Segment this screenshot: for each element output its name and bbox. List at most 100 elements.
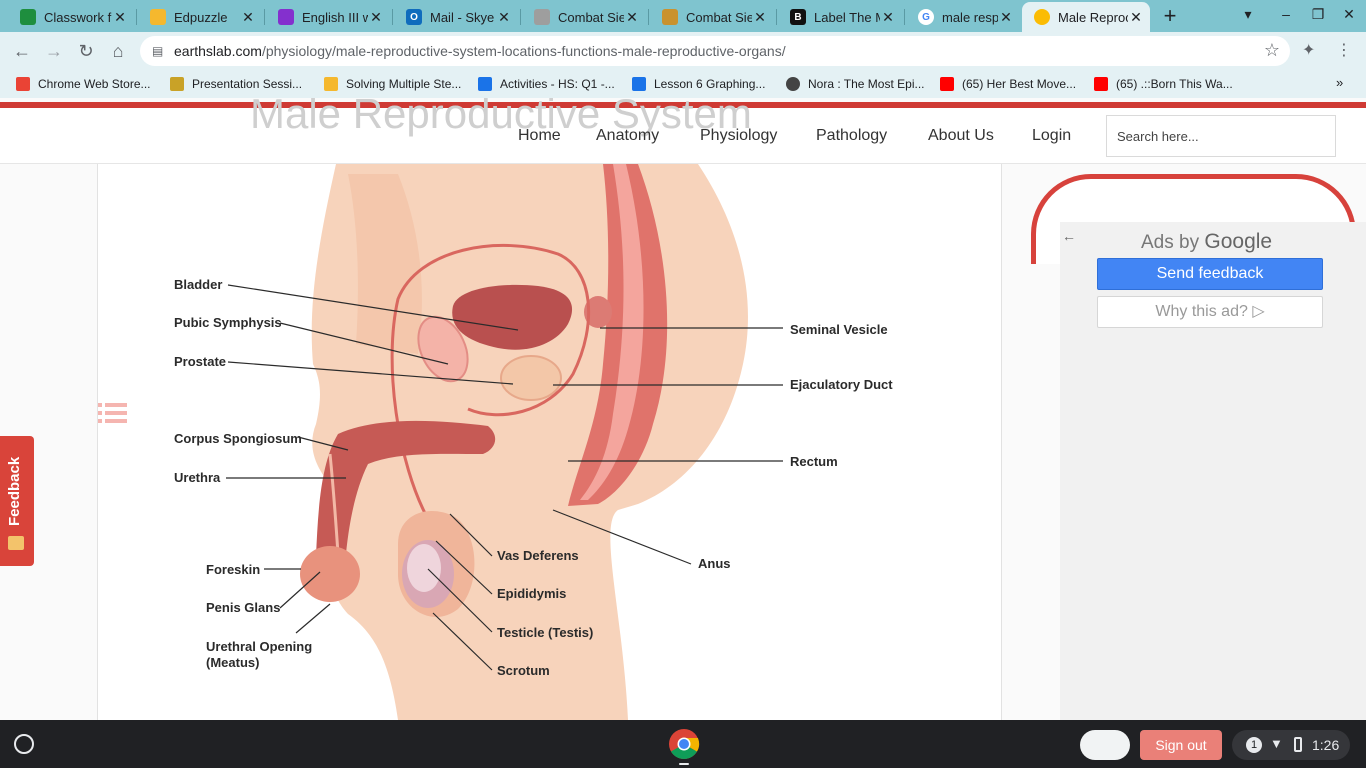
tab-title: Edpuzzle — [174, 9, 228, 25]
close-window-icon[interactable]: ✕ — [1338, 6, 1360, 26]
tab-english[interactable]: English III w ✕ — [266, 4, 390, 30]
close-icon[interactable]: ✕ — [368, 9, 384, 26]
male-reproductive-anatomy-diagram: Bladder Pubic Symphysis Prostate Corpus … — [174, 164, 893, 720]
bookmark-item[interactable]: (65) Her Best Move... — [940, 75, 1076, 93]
chrome-icon[interactable] — [668, 728, 700, 760]
article-content: Bladder Pubic Symphysis Prostate Corpus … — [97, 164, 1002, 720]
page-viewport: Male Reproductive System Home Anatomy Ph… — [0, 98, 1366, 720]
nav-about-us[interactable]: About Us — [928, 127, 994, 145]
url-text: earthslab.com/physiology/male-reproducti… — [174, 43, 786, 59]
restore-icon[interactable]: ❐ — [1307, 6, 1329, 26]
table-of-contents-icon[interactable] — [98, 400, 128, 426]
desmos-icon — [632, 77, 646, 91]
tab-search-icon[interactable]: ▾ — [1237, 6, 1259, 26]
label-meatus: (Meatus) — [206, 655, 259, 670]
ads-by-label: Ads by — [1141, 232, 1200, 253]
bookmark-item[interactable]: Chrome Web Store... — [16, 75, 151, 93]
tab-classwork[interactable]: Classwork f ✕ — [8, 4, 134, 30]
tab-combat-siege-1[interactable]: Combat Sie ✕ — [522, 4, 646, 30]
nav-home[interactable]: Home — [518, 127, 561, 145]
bookmark-label: Solving Multiple Ste... — [346, 77, 462, 91]
nav-login[interactable]: Login — [1032, 127, 1071, 145]
edpuzzle-icon — [324, 77, 338, 91]
menu-icon[interactable]: ⋮ — [1336, 40, 1352, 60]
os-shelf: Sign out 1 ▼ 1:26 — [0, 720, 1366, 768]
close-icon[interactable]: ✕ — [1128, 9, 1144, 26]
feedback-tab[interactable]: Feedback — [0, 436, 34, 566]
more-bookmarks-icon[interactable]: » — [1336, 75, 1343, 90]
google-icon: G — [918, 9, 934, 25]
bookmarks-bar: Chrome Web Store... Presentation Sessi..… — [0, 70, 1366, 98]
bookmark-item[interactable]: Nora : The Most Epi... — [786, 75, 925, 93]
reload-icon[interactable]: ↻ — [74, 39, 98, 63]
label-epididymis: Epididymis — [497, 586, 566, 601]
bookmark-item[interactable]: Solving Multiple Ste... — [324, 75, 461, 93]
wifi-icon: ▼ — [1270, 736, 1283, 751]
home-icon[interactable]: ⌂ — [106, 39, 130, 63]
label-seminal-vesicle: Seminal Vesicle — [790, 322, 888, 337]
nav-pathology[interactable]: Pathology — [816, 127, 887, 145]
status-tray[interactable]: 1 ▼ 1:26 — [1232, 730, 1350, 760]
nav-anatomy[interactable]: Anatomy — [596, 127, 659, 145]
minimize-icon[interactable]: – — [1275, 6, 1297, 26]
new-tab-button[interactable]: + — [1158, 5, 1182, 27]
launcher-icon[interactable] — [14, 734, 34, 754]
bookmark-item[interactable]: Activities - HS: Q1 -... — [478, 75, 615, 93]
close-icon[interactable]: ✕ — [112, 9, 128, 26]
ad-back-icon[interactable]: ← — [1062, 228, 1076, 244]
tab-title: Combat Sie — [686, 9, 752, 25]
label-penis-glans: Penis Glans — [206, 600, 280, 615]
label-rectum: Rectum — [790, 454, 838, 469]
bookmark-item[interactable]: Lesson 6 Graphing... — [632, 75, 765, 93]
back-icon[interactable]: ← — [10, 39, 34, 63]
close-icon[interactable]: ✕ — [240, 9, 256, 26]
address-bar[interactable]: ▤ earthslab.com/physiology/male-reproduc… — [140, 36, 1290, 66]
site-info-icon[interactable]: ▤ — [152, 44, 166, 58]
tab-mail[interactable]: O Mail - Skye I ✕ — [394, 4, 518, 30]
battery-icon — [1294, 737, 1302, 752]
site-header: Male Reproductive System Home Anatomy Ph… — [0, 98, 1366, 164]
label-testicle: Testicle (Testis) — [497, 625, 593, 640]
earthslab-icon — [1034, 9, 1050, 25]
extensions-icon[interactable]: ✦ — [1302, 40, 1315, 60]
youtube-icon — [1094, 77, 1108, 91]
notification-count: 1 — [1246, 737, 1262, 753]
medal-icon — [170, 77, 184, 91]
send-feedback-button[interactable]: Send feedback — [1097, 258, 1323, 290]
forward-icon[interactable]: → — [42, 39, 66, 63]
close-icon[interactable]: ✕ — [624, 9, 640, 26]
close-icon[interactable]: ✕ — [880, 9, 896, 26]
bookmark-label: Lesson 6 Graphing... — [654, 77, 766, 91]
tab-title: male respir — [942, 9, 998, 25]
bookmark-item[interactable]: Presentation Sessi... — [170, 75, 302, 93]
why-this-ad-button[interactable]: Why this ad? ▷ — [1097, 296, 1323, 328]
feedback-label: Feedback — [6, 456, 23, 526]
tab-male-reproductive-active[interactable]: Male Reproc ✕ — [1022, 2, 1150, 32]
tab-separator — [392, 9, 393, 25]
close-icon[interactable]: ✕ — [496, 9, 512, 26]
bookmark-item[interactable]: (65) .::Born This Wa... — [1094, 75, 1233, 93]
site-search-input[interactable] — [1106, 115, 1336, 157]
bookmark-label: (65) .::Born This Wa... — [1116, 77, 1233, 91]
bookmark-label: Nora : The Most Epi... — [808, 77, 925, 91]
prostate-shape — [500, 355, 562, 401]
browser-toolbar: ← → ↻ ⌂ ▤ earthslab.com/physiology/male-… — [0, 32, 1366, 70]
label-corpus-spongiosum: Corpus Spongiosum — [174, 431, 302, 446]
tab-google-search[interactable]: G male respir ✕ — [906, 4, 1020, 30]
close-icon[interactable]: ✕ — [752, 9, 768, 26]
classroom-icon — [278, 9, 294, 25]
tab-title: Classwork f — [44, 9, 112, 25]
close-icon[interactable]: ✕ — [998, 9, 1014, 26]
tab-edpuzzle[interactable]: Edpuzzle ✕ — [138, 4, 262, 30]
tab-combat-siege-2[interactable]: Combat Sie ✕ — [650, 4, 774, 30]
tab-label-the[interactable]: B Label The M ✕ — [778, 4, 902, 30]
sign-out-button[interactable]: Sign out — [1140, 730, 1222, 760]
testicle-highlight — [407, 544, 441, 592]
tab-separator — [264, 9, 265, 25]
why-this-ad-label: Why this ad? — [1155, 303, 1248, 320]
holding-space-icon[interactable] — [1080, 730, 1130, 760]
url-domain: earthslab.com — [174, 43, 262, 59]
bookmark-star-icon[interactable]: ☆ — [1264, 40, 1280, 61]
nav-physiology[interactable]: Physiology — [700, 127, 777, 145]
ad-sidebar: ← Ads by Google Send feedback Why this a… — [1031, 164, 1366, 720]
